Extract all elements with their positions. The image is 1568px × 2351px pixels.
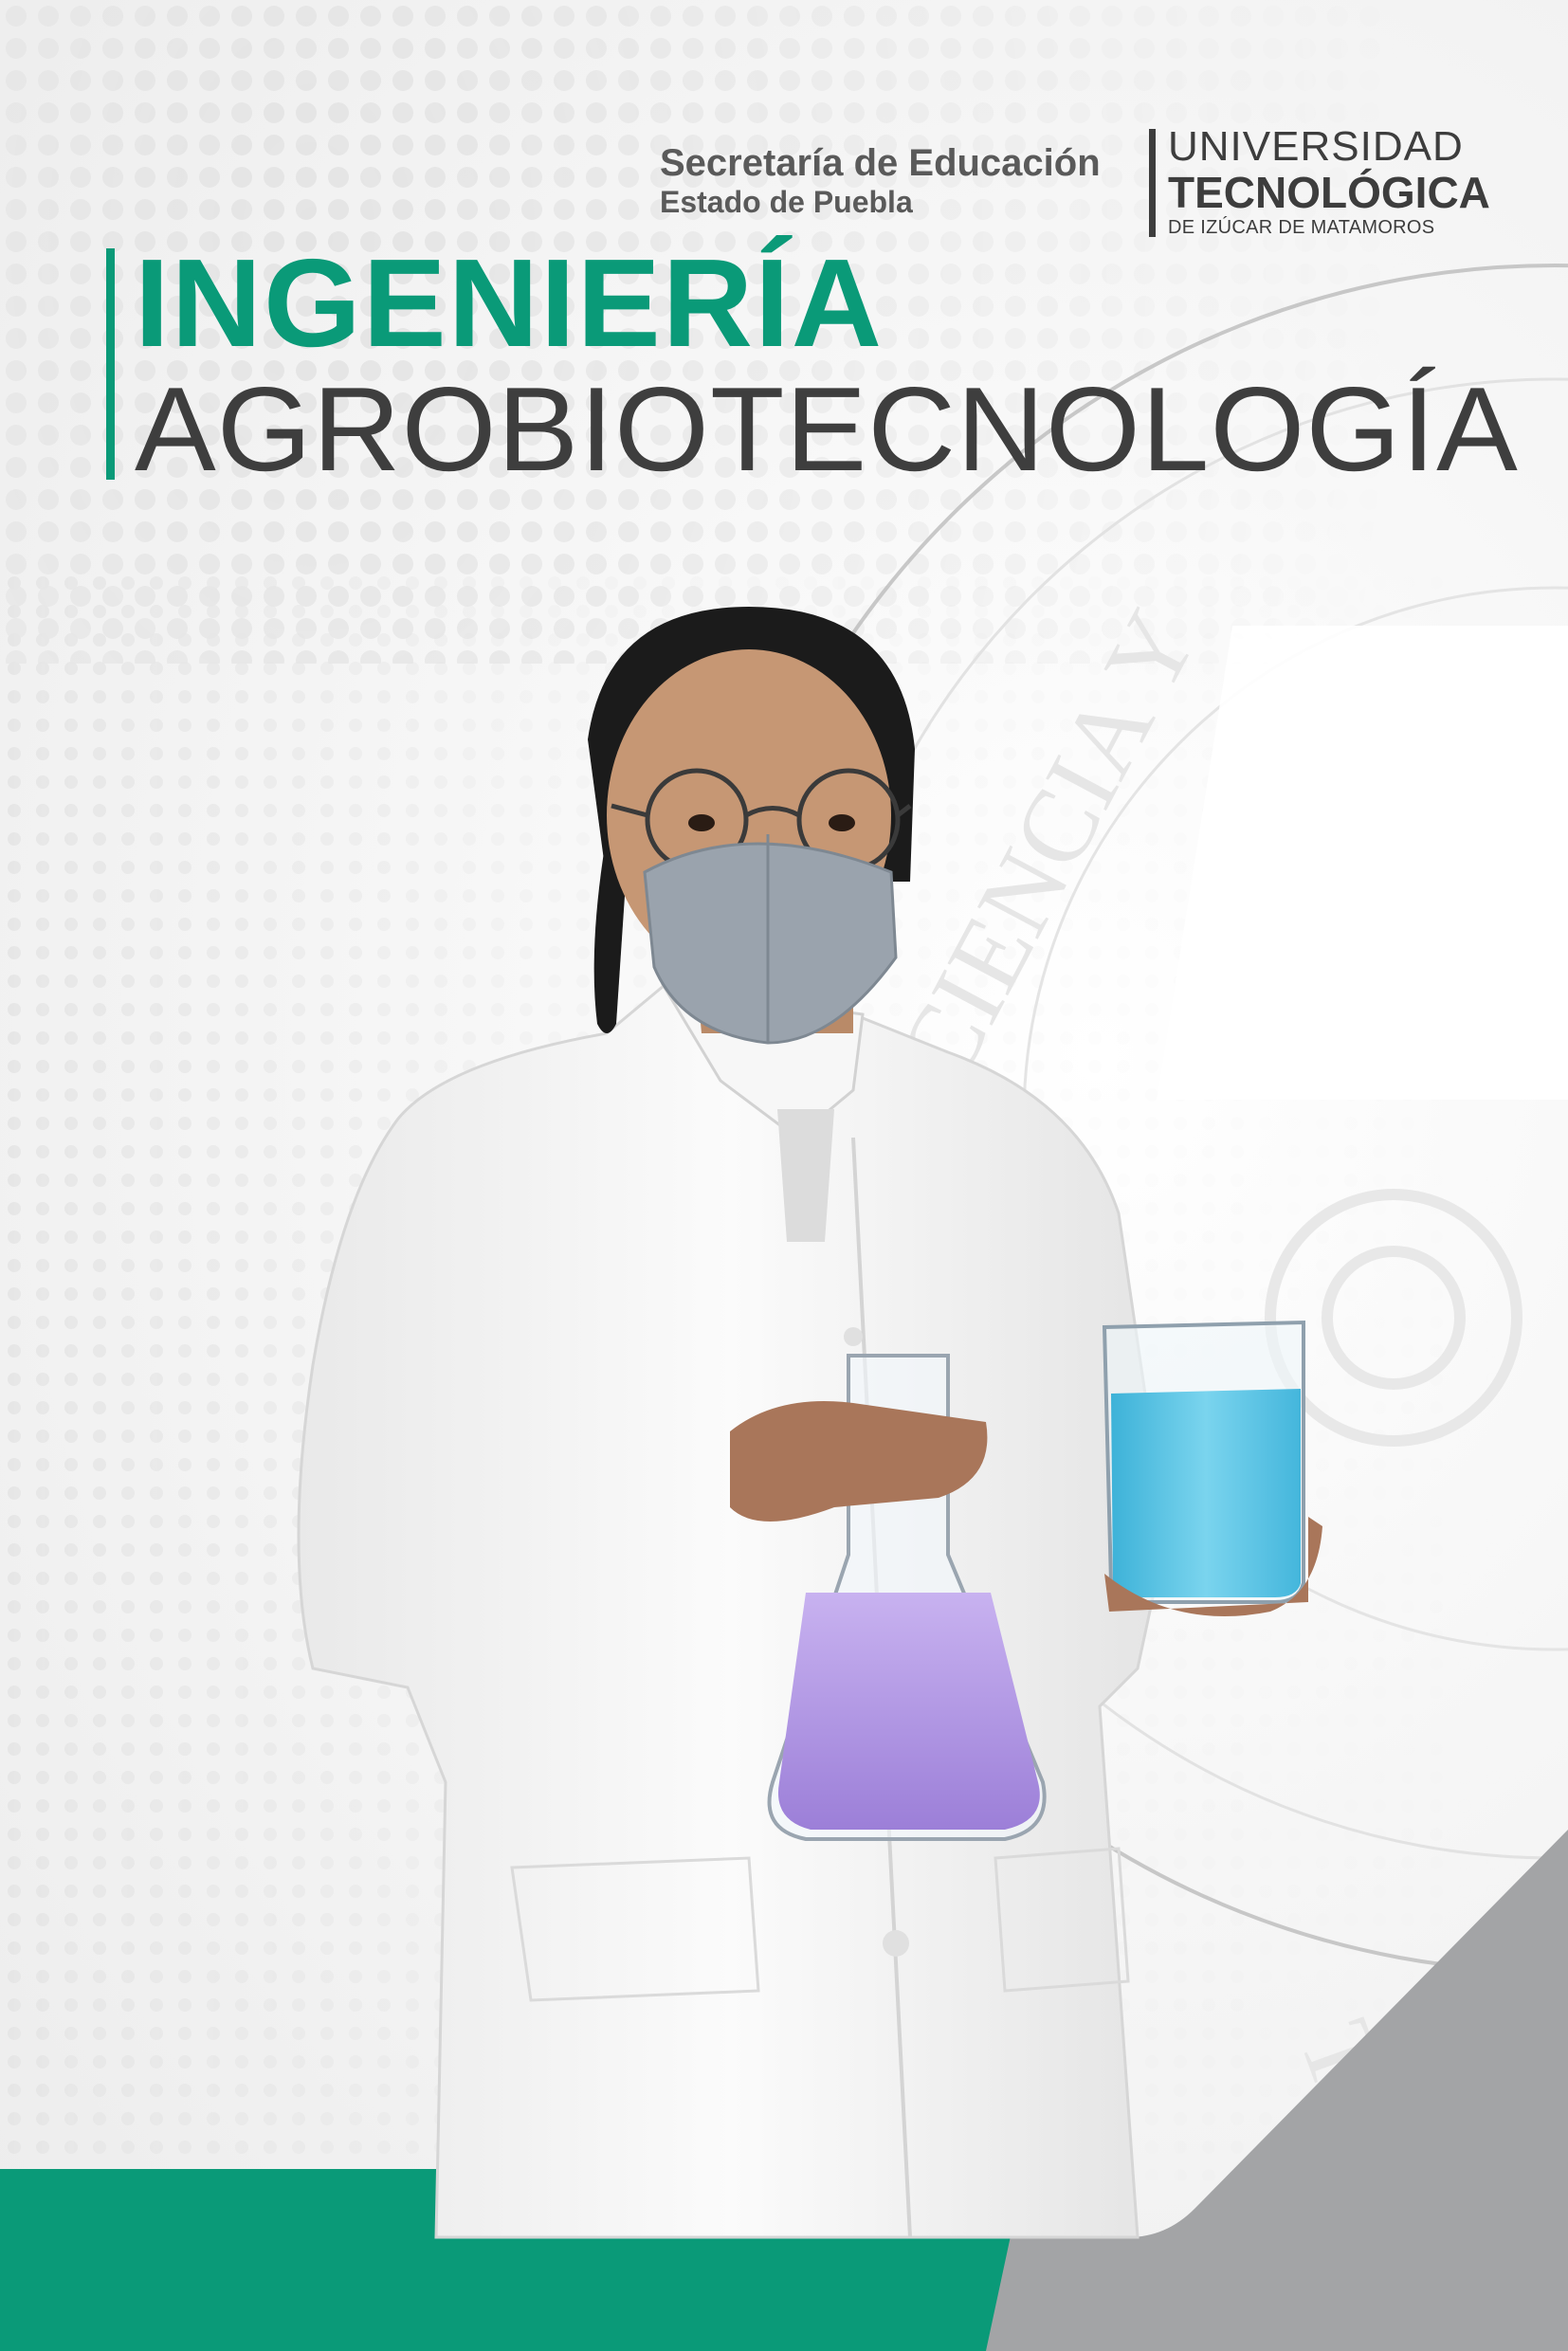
sep-logo-text: Secretaría de Educación Estado de Puebla bbox=[660, 142, 1101, 220]
university-line1: UNIVERSIDAD bbox=[1168, 123, 1464, 170]
sep-state: Estado de Puebla bbox=[660, 185, 913, 219]
title-accent-bar bbox=[106, 248, 115, 480]
university-logo: UNIVERSIDAD TECNOLÓGICA DE IZÚCAR DE MAT… bbox=[1168, 123, 1490, 239]
logo-divider bbox=[1149, 129, 1156, 237]
brochure-cover: CIENCIA Y TEC bbox=[0, 0, 1568, 2351]
title-engineering: INGENIERÍA bbox=[135, 233, 884, 373]
university-line3: DE IZÚCAR DE MATAMOROS bbox=[1168, 217, 1435, 238]
title-program: AGROBIOTECNOLOGÍA bbox=[135, 362, 1519, 496]
university-line2: TECNOLÓGICA bbox=[1168, 168, 1490, 217]
sep-name: Secretaría de Educación bbox=[660, 142, 1101, 184]
